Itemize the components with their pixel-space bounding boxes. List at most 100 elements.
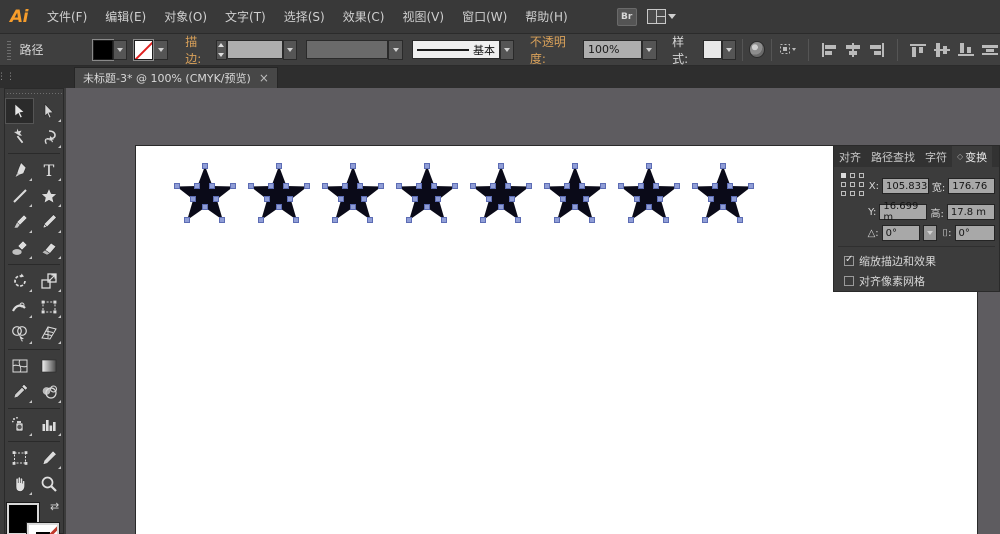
height-input[interactable]: 17.8 m bbox=[946, 204, 995, 220]
stroke-swatch[interactable] bbox=[134, 39, 154, 60]
gradient-tool[interactable] bbox=[34, 353, 63, 379]
menu-file[interactable]: 文件(F) bbox=[38, 0, 96, 34]
anchor-point[interactable] bbox=[471, 184, 475, 188]
brush-definition-field[interactable]: 基本 bbox=[412, 40, 501, 59]
x-input[interactable]: 105.833 bbox=[882, 178, 929, 194]
horizontal-align-center-icon[interactable] bbox=[843, 41, 863, 59]
anchor-point[interactable] bbox=[499, 205, 503, 209]
scale-strokes-effects-checkbox[interactable] bbox=[844, 254, 854, 266]
anchor-point[interactable] bbox=[709, 197, 713, 201]
anchor-point[interactable] bbox=[658, 197, 662, 201]
anchor-point[interactable] bbox=[721, 164, 725, 168]
symbol-sprayer-tool[interactable] bbox=[5, 412, 34, 438]
horizontal-align-right-icon[interactable] bbox=[867, 41, 887, 59]
vertical-align-center-icon[interactable] bbox=[932, 41, 952, 59]
pencil-tool[interactable] bbox=[34, 209, 63, 235]
eyedropper-tool[interactable] bbox=[5, 379, 34, 405]
graphic-style-dropdown[interactable] bbox=[721, 39, 736, 60]
selection-tool[interactable] bbox=[5, 98, 34, 124]
anchor-point[interactable] bbox=[629, 218, 633, 222]
anchor-point[interactable] bbox=[407, 218, 411, 222]
anchor-point[interactable] bbox=[379, 184, 383, 188]
y-input[interactable]: 16.699 m bbox=[879, 201, 928, 223]
perspective-grid-tool[interactable] bbox=[34, 320, 63, 346]
anchor-point[interactable] bbox=[713, 184, 717, 188]
anchor-point[interactable] bbox=[220, 218, 224, 222]
panel-tab-align[interactable]: 对齐 bbox=[834, 146, 866, 167]
brush-definition-dropdown[interactable] bbox=[500, 39, 515, 60]
anchor-point[interactable] bbox=[601, 184, 605, 188]
anchor-point[interactable] bbox=[510, 197, 514, 201]
anchor-point[interactable] bbox=[368, 218, 372, 222]
anchor-point[interactable] bbox=[555, 218, 559, 222]
anchor-point[interactable] bbox=[545, 184, 549, 188]
blob-brush-tool[interactable] bbox=[5, 235, 34, 261]
star-shape[interactable] bbox=[693, 164, 753, 222]
anchor-point[interactable] bbox=[175, 184, 179, 188]
panel-tab-transform[interactable]: ◇ 变换 bbox=[952, 146, 993, 167]
anchor-point[interactable] bbox=[269, 184, 273, 188]
paintbrush-tool[interactable] bbox=[5, 209, 34, 235]
lasso-tool[interactable] bbox=[34, 124, 63, 150]
stroke-profile-input[interactable] bbox=[306, 40, 389, 59]
anchor-point[interactable] bbox=[210, 184, 214, 188]
anchor-point[interactable] bbox=[635, 197, 639, 201]
anchor-point[interactable] bbox=[425, 205, 429, 209]
anchor-point[interactable] bbox=[516, 218, 520, 222]
anchor-point[interactable] bbox=[654, 184, 658, 188]
zoom-tool[interactable] bbox=[34, 471, 63, 497]
tabstrip-grip[interactable]: ⋮⋮ bbox=[0, 66, 15, 88]
align-to-selection-dropdown[interactable] bbox=[778, 41, 798, 59]
anchor-point[interactable] bbox=[413, 197, 417, 201]
width-input[interactable]: 176.76 bbox=[948, 178, 995, 194]
menu-object[interactable]: 对象(O) bbox=[155, 0, 216, 34]
anchor-point[interactable] bbox=[453, 184, 457, 188]
anchor-point[interactable] bbox=[351, 164, 355, 168]
align-pixel-grid-row[interactable]: 对齐像素网格 bbox=[844, 273, 995, 289]
anchor-point[interactable] bbox=[738, 218, 742, 222]
anchor-point[interactable] bbox=[580, 184, 584, 188]
star-tool[interactable] bbox=[34, 183, 63, 209]
anchor-point[interactable] bbox=[284, 184, 288, 188]
control-bar-grip[interactable] bbox=[4, 38, 14, 61]
stroke-color-swatch[interactable] bbox=[27, 523, 59, 534]
opacity-input[interactable]: 100% bbox=[582, 40, 643, 59]
type-tool[interactable]: T bbox=[34, 157, 63, 183]
menu-window[interactable]: 窗口(W) bbox=[453, 0, 516, 34]
opacity-dropdown[interactable] bbox=[642, 39, 657, 60]
anchor-point[interactable] bbox=[203, 205, 207, 209]
anchor-point[interactable] bbox=[288, 197, 292, 201]
anchor-point[interactable] bbox=[436, 197, 440, 201]
anchor-point[interactable] bbox=[417, 184, 421, 188]
anchor-point[interactable] bbox=[491, 184, 495, 188]
anchor-point[interactable] bbox=[527, 184, 531, 188]
panel-tab-pathfinder[interactable]: 路径查找 bbox=[866, 146, 920, 167]
anchor-point[interactable] bbox=[277, 164, 281, 168]
anchor-point[interactable] bbox=[749, 184, 753, 188]
shear-input[interactable]: 0° bbox=[954, 225, 995, 241]
anchor-point[interactable] bbox=[728, 184, 732, 188]
anchor-point[interactable] bbox=[358, 184, 362, 188]
anchor-point[interactable] bbox=[481, 218, 485, 222]
fill-dropdown[interactable] bbox=[112, 39, 127, 60]
anchor-point[interactable] bbox=[191, 197, 195, 201]
direct-selection-tool[interactable] bbox=[34, 98, 63, 124]
star-shape[interactable] bbox=[471, 164, 531, 222]
anchor-point[interactable] bbox=[323, 184, 327, 188]
stroke-weight-dropdown[interactable] bbox=[282, 39, 297, 60]
anchor-point[interactable] bbox=[203, 164, 207, 168]
anchor-point[interactable] bbox=[442, 218, 446, 222]
swap-fill-stroke-icon[interactable]: ⇄ bbox=[50, 501, 62, 513]
anchor-point[interactable] bbox=[362, 197, 366, 201]
rotate-tool[interactable] bbox=[5, 268, 34, 294]
anchor-point[interactable] bbox=[664, 218, 668, 222]
menu-select[interactable]: 选择(S) bbox=[275, 0, 334, 34]
menu-help[interactable]: 帮助(H) bbox=[516, 0, 576, 34]
star-shape[interactable] bbox=[175, 164, 235, 222]
toolbox-grip[interactable] bbox=[5, 89, 63, 98]
anchor-point[interactable] bbox=[499, 164, 503, 168]
anchor-point[interactable] bbox=[639, 184, 643, 188]
star-shape[interactable] bbox=[397, 164, 457, 222]
distribute-icon[interactable] bbox=[980, 41, 1000, 59]
appearance-sphere-icon[interactable] bbox=[748, 41, 766, 58]
